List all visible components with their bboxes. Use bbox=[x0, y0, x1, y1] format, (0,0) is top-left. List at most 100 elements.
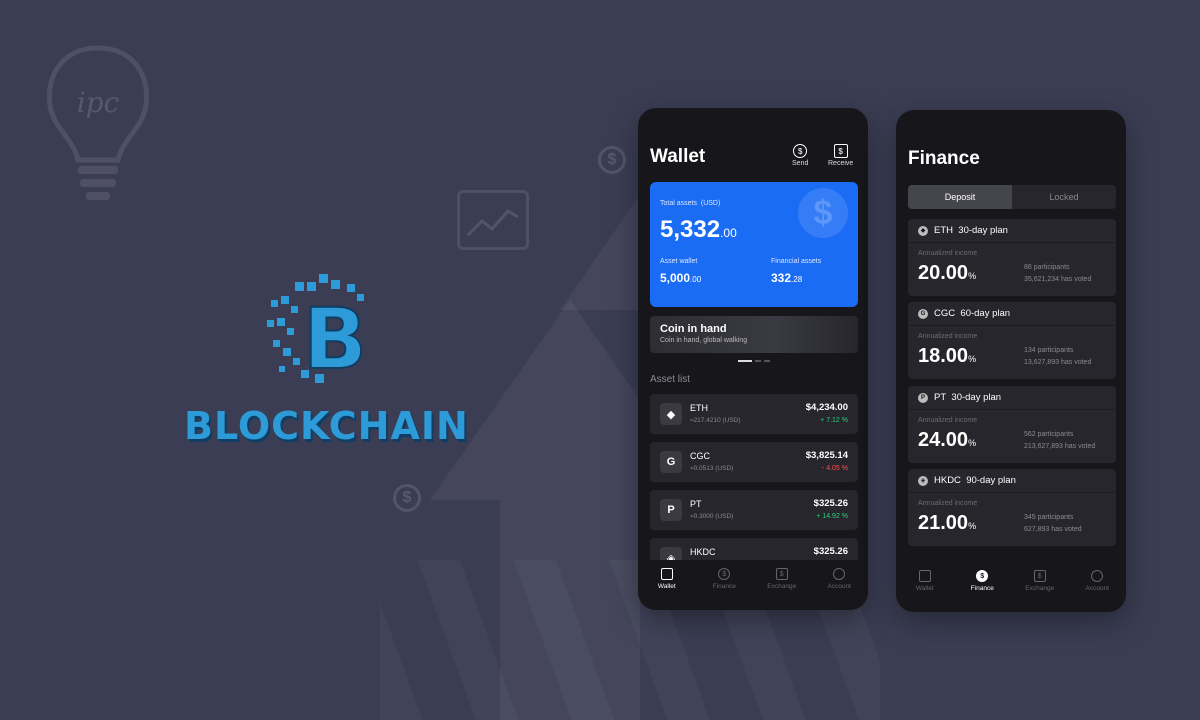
asset-change: + 14.92 % bbox=[816, 513, 848, 520]
exchange-icon: $ bbox=[1033, 570, 1046, 582]
asset-quantity: ≈217.4210 (USD) bbox=[690, 417, 741, 424]
asset-symbol: CGC bbox=[690, 451, 710, 461]
asset-symbol: ETH bbox=[690, 403, 708, 413]
receive-button[interactable]: $ Receive bbox=[828, 144, 853, 167]
asset-row-cgc[interactable]: G CGC ≈0.0513 (USD) $3,825.14 - 4.05 % bbox=[650, 442, 858, 482]
plan-card-pt[interactable]: P PT 30-day plan Annualized income 24.00%… bbox=[908, 386, 1116, 463]
bottom-nav: Wallet $ Finance $ Exchange Account bbox=[638, 560, 868, 610]
plan-header: ◆ ETH 30-day plan bbox=[908, 219, 1116, 243]
finance-dollar-icon: $ bbox=[976, 570, 989, 582]
eth-icon: ◆ bbox=[918, 225, 928, 236]
send-button[interactable]: $ Send bbox=[792, 144, 808, 167]
tab-locked[interactable]: Locked bbox=[1012, 185, 1116, 209]
asset-row-pt[interactable]: P PT ≈0.3000 (USD) $325.26 + 14.92 % bbox=[650, 490, 858, 530]
account-icon bbox=[1091, 570, 1104, 582]
nav-exchange[interactable]: $ Exchange bbox=[757, 568, 807, 610]
finance-tabs: Deposit Locked bbox=[908, 185, 1116, 209]
plan-votes: 213,627,893 has voted bbox=[1024, 443, 1096, 450]
nav-account[interactable]: Account bbox=[1072, 570, 1122, 612]
tab-deposit[interactable]: Deposit bbox=[908, 185, 1012, 209]
plan-votes: 13,627,893 has voted bbox=[1024, 359, 1092, 366]
asset-wallet-label: Asset wallet bbox=[660, 258, 698, 265]
cgc-icon: G bbox=[918, 308, 928, 319]
pt-icon: P bbox=[660, 499, 682, 521]
nav-finance[interactable]: $ Finance bbox=[957, 570, 1007, 612]
page-title: Wallet bbox=[650, 146, 706, 167]
annualized-label: Annualized income bbox=[918, 417, 978, 424]
wallet-phone-screen: Wallet $ Send $ Receive $ Total assets (… bbox=[638, 108, 868, 610]
finance-phone-screen: Finance Deposit Locked ◆ ETH 30-day plan … bbox=[896, 110, 1126, 612]
carousel-indicator[interactable] bbox=[738, 360, 770, 362]
banner-title: Coin in hand bbox=[660, 323, 727, 335]
nav-account[interactable]: Account bbox=[814, 568, 864, 610]
blockchain-wordmark: BLOCKCHAIN bbox=[184, 404, 469, 448]
plan-votes: 627,893 has voted bbox=[1024, 526, 1082, 533]
asset-quantity: ≈0.3000 (USD) bbox=[690, 513, 734, 520]
asset-change: - 4.05 % bbox=[821, 465, 848, 472]
plan-header: ◈ HKDC 90-day plan bbox=[908, 469, 1116, 493]
background-chart-icon bbox=[457, 190, 529, 250]
hkdc-icon: ◈ bbox=[918, 475, 928, 486]
send-label: Send bbox=[792, 160, 809, 167]
account-icon bbox=[833, 568, 846, 580]
banner-subtitle: Coin in hand, global walking bbox=[660, 337, 748, 344]
nav-wallet[interactable]: Wallet bbox=[900, 570, 950, 612]
annualized-label: Annualized income bbox=[918, 500, 978, 507]
asset-row-eth[interactable]: ◆ ETH ≈217.4210 (USD) $4,234.00 + 7.12 % bbox=[650, 394, 858, 434]
page-title: Finance bbox=[908, 148, 980, 169]
plan-rate: 18.00% bbox=[918, 345, 977, 367]
cgc-icon: G bbox=[660, 451, 682, 473]
financial-assets-label: Financial assets bbox=[771, 258, 822, 265]
nav-finance[interactable]: $ Finance bbox=[699, 568, 749, 610]
plan-participants: 134 participants bbox=[1024, 347, 1074, 354]
exchange-icon: $ bbox=[775, 568, 788, 580]
plan-card-hkdc[interactable]: ◈ HKDC 90-day plan Annualized income 21.0… bbox=[908, 469, 1116, 546]
asset-change: + 7.12 % bbox=[820, 417, 848, 424]
annualized-label: Annualized income bbox=[918, 250, 978, 257]
asset-price: $325.26 bbox=[813, 498, 848, 509]
coin-in-hand-banner[interactable]: Coin in hand Coin in hand, global walkin… bbox=[650, 316, 858, 353]
asset-wallet-value: 5,000.00 bbox=[660, 271, 702, 285]
plan-rate: 21.00% bbox=[918, 512, 977, 534]
total-assets-card[interactable]: $ Total assets (USD) 5,332.00 Asset wall… bbox=[650, 182, 858, 307]
nav-wallet[interactable]: Wallet bbox=[642, 568, 692, 610]
wallet-icon bbox=[660, 568, 673, 580]
background-dollar-icon: $ bbox=[393, 484, 421, 512]
ipc-logo: ipc bbox=[38, 40, 158, 210]
plan-votes: 35,621,234 has voted bbox=[1024, 276, 1092, 283]
eth-icon: ◆ bbox=[660, 403, 682, 425]
total-assets-label: Total assets (USD) bbox=[660, 200, 721, 207]
plan-card-eth[interactable]: ◆ ETH 30-day plan Annualized income 20.00… bbox=[908, 219, 1116, 296]
plan-participants: 345 participants bbox=[1024, 514, 1074, 521]
background-arrow-stem bbox=[500, 500, 640, 720]
asset-price: $4,234.00 bbox=[805, 402, 848, 413]
plan-header: P PT 30-day plan bbox=[908, 386, 1116, 410]
background-dollar-icon: $ bbox=[598, 146, 626, 174]
plan-rate: 20.00% bbox=[918, 262, 977, 284]
receive-label: Receive bbox=[828, 160, 854, 167]
send-dollar-icon: $ bbox=[793, 144, 808, 158]
ipc-logo-text: ipc bbox=[77, 86, 120, 119]
finance-dollar-icon: $ bbox=[718, 568, 731, 580]
pt-icon: P bbox=[918, 392, 928, 403]
plan-card-cgc[interactable]: G CGC 60-day plan Annualized income 18.00… bbox=[908, 302, 1116, 379]
plan-rate: 24.00% bbox=[918, 429, 977, 451]
nav-exchange[interactable]: $ Exchange bbox=[1015, 570, 1065, 612]
annualized-label: Annualized income bbox=[918, 333, 978, 340]
asset-price: $3,825.14 bbox=[805, 450, 848, 461]
wallet-icon bbox=[918, 570, 931, 582]
blockchain-logo-glyph: B bbox=[303, 290, 367, 388]
total-assets-value: 5,332.00 bbox=[660, 216, 737, 243]
plan-header: G CGC 60-day plan bbox=[908, 302, 1116, 326]
asset-symbol: PT bbox=[690, 499, 702, 509]
bottom-nav: Wallet $ Finance $ Exchange Account bbox=[896, 562, 1126, 612]
asset-price: $325.26 bbox=[813, 546, 848, 557]
dollar-watermark-icon: $ bbox=[798, 188, 848, 238]
asset-symbol: HKDC bbox=[690, 547, 716, 557]
plan-participants: 86 participants bbox=[1024, 264, 1070, 271]
plan-participants: 562 participants bbox=[1024, 431, 1074, 438]
blockchain-logo-mark: B bbox=[265, 270, 375, 390]
receive-dollar-icon: $ bbox=[833, 144, 848, 158]
asset-list-label: Asset list bbox=[650, 374, 691, 385]
asset-quantity: ≈0.0513 (USD) bbox=[690, 465, 734, 472]
